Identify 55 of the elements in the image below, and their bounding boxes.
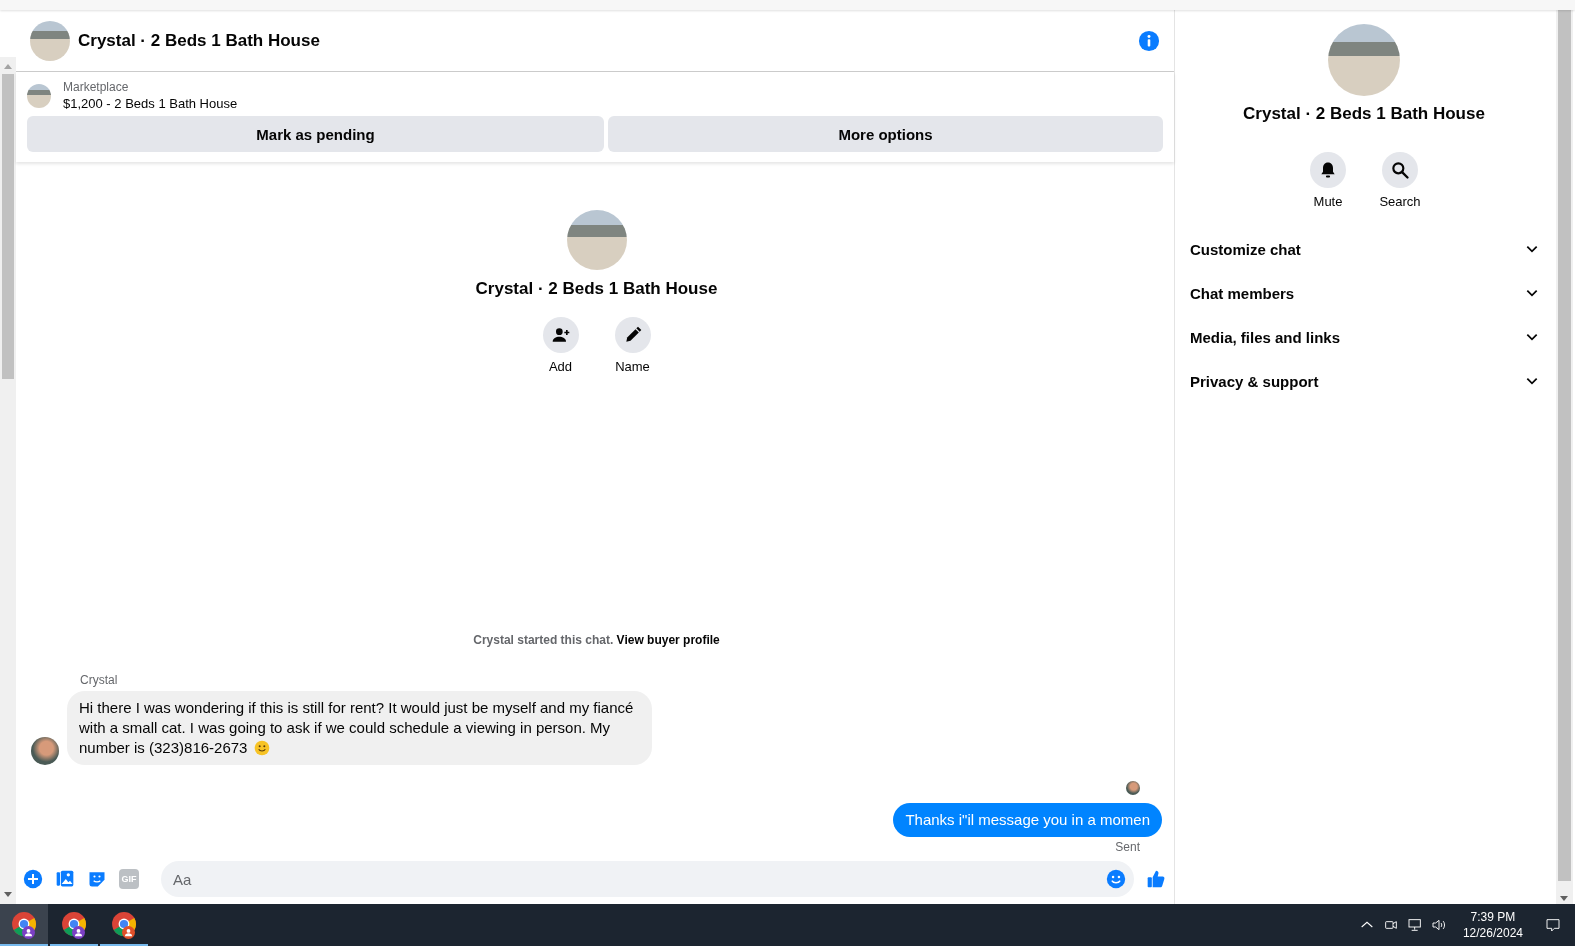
listing-source: Marketplace bbox=[63, 80, 130, 94]
section-label: Chat members bbox=[1190, 284, 1295, 302]
speaker-icon[interactable] bbox=[1430, 917, 1447, 933]
emoji-button[interactable] bbox=[1106, 869, 1126, 889]
person-add-icon bbox=[550, 325, 571, 345]
button-label: Name bbox=[615, 359, 650, 374]
clock-date: 12/26/2024 bbox=[1462, 925, 1523, 941]
like-button[interactable] bbox=[1146, 869, 1166, 889]
seen-avatar bbox=[1126, 781, 1140, 795]
info-button[interactable] bbox=[1138, 29, 1160, 52]
photo-placeholder bbox=[27, 83, 51, 108]
section-toggle[interactable]: Chat members bbox=[1190, 271, 1539, 315]
image-icon bbox=[55, 869, 75, 889]
mute-button[interactable] bbox=[1310, 152, 1346, 188]
search-icon bbox=[1390, 160, 1410, 180]
photo-placeholder bbox=[30, 20, 70, 61]
taskbar-app[interactable] bbox=[0, 904, 48, 946]
network-icon[interactable] bbox=[1406, 917, 1423, 933]
button-label: Search bbox=[1379, 194, 1421, 209]
info-icon bbox=[1138, 29, 1160, 52]
chat-title: Crystal · 2 Beds 1 Bath House bbox=[1243, 104, 1485, 124]
section-label: Media, files and links bbox=[1190, 328, 1341, 346]
message-input[interactable]: Aa bbox=[161, 861, 1134, 897]
avatar bbox=[31, 737, 59, 765]
section-label: Privacy & support bbox=[1190, 372, 1319, 390]
notification-icon[interactable] bbox=[1545, 917, 1561, 933]
sticker-button[interactable] bbox=[87, 869, 107, 889]
search-button[interactable] bbox=[1382, 152, 1418, 188]
chat-title: Crystal · 2 Beds 1 Bath House bbox=[78, 30, 321, 51]
scrollbar[interactable] bbox=[1553, 10, 1575, 904]
more-options-button[interactable]: More options bbox=[608, 116, 1163, 152]
button-label: Add bbox=[548, 359, 573, 374]
buyer-profile-link[interactable]: View buyer profile bbox=[616, 633, 720, 647]
section-toggle[interactable]: Privacy & support bbox=[1190, 359, 1539, 403]
sticker-icon bbox=[87, 869, 107, 889]
message-bubble: Hi there I was wondering if this is still for rent? It would just be myself and my fiancé with a small cat. I was going to ask if we could schedule a viewing in person. My number is (323)816-2673 bbox=[67, 691, 652, 765]
button-label: Mute bbox=[1313, 194, 1343, 209]
section-toggle[interactable]: Customize chat bbox=[1190, 227, 1539, 271]
plus-icon bbox=[23, 869, 43, 889]
mark-pending-button[interactable]: Mark as pending bbox=[27, 116, 604, 152]
chat-notice: Crystal started this chat. View buyer profile bbox=[472, 633, 721, 647]
add-button[interactable] bbox=[542, 317, 579, 353]
chat-title: Crystal · 2 Beds 1 Bath House bbox=[475, 279, 718, 299]
message-bubble: Thanks i"il message you in a momen bbox=[893, 803, 1162, 837]
thumbs-up-icon bbox=[1146, 869, 1166, 889]
section-toggle[interactable]: Media, files and links bbox=[1190, 315, 1539, 359]
name-button[interactable] bbox=[614, 317, 651, 353]
photo-button[interactable] bbox=[55, 869, 75, 889]
sender-name: Crystal bbox=[80, 673, 119, 687]
section-label: Customize chat bbox=[1190, 240, 1301, 258]
message-status: Sent bbox=[1115, 840, 1140, 854]
listing-title: $1,200 - 2 Beds 1 Bath House bbox=[63, 96, 238, 111]
clock-time: 7:39 PM bbox=[1470, 909, 1516, 925]
clock[interactable]: 7:39 PM 12/26/2024 bbox=[1462, 909, 1523, 941]
smiley-icon bbox=[253, 740, 270, 756]
